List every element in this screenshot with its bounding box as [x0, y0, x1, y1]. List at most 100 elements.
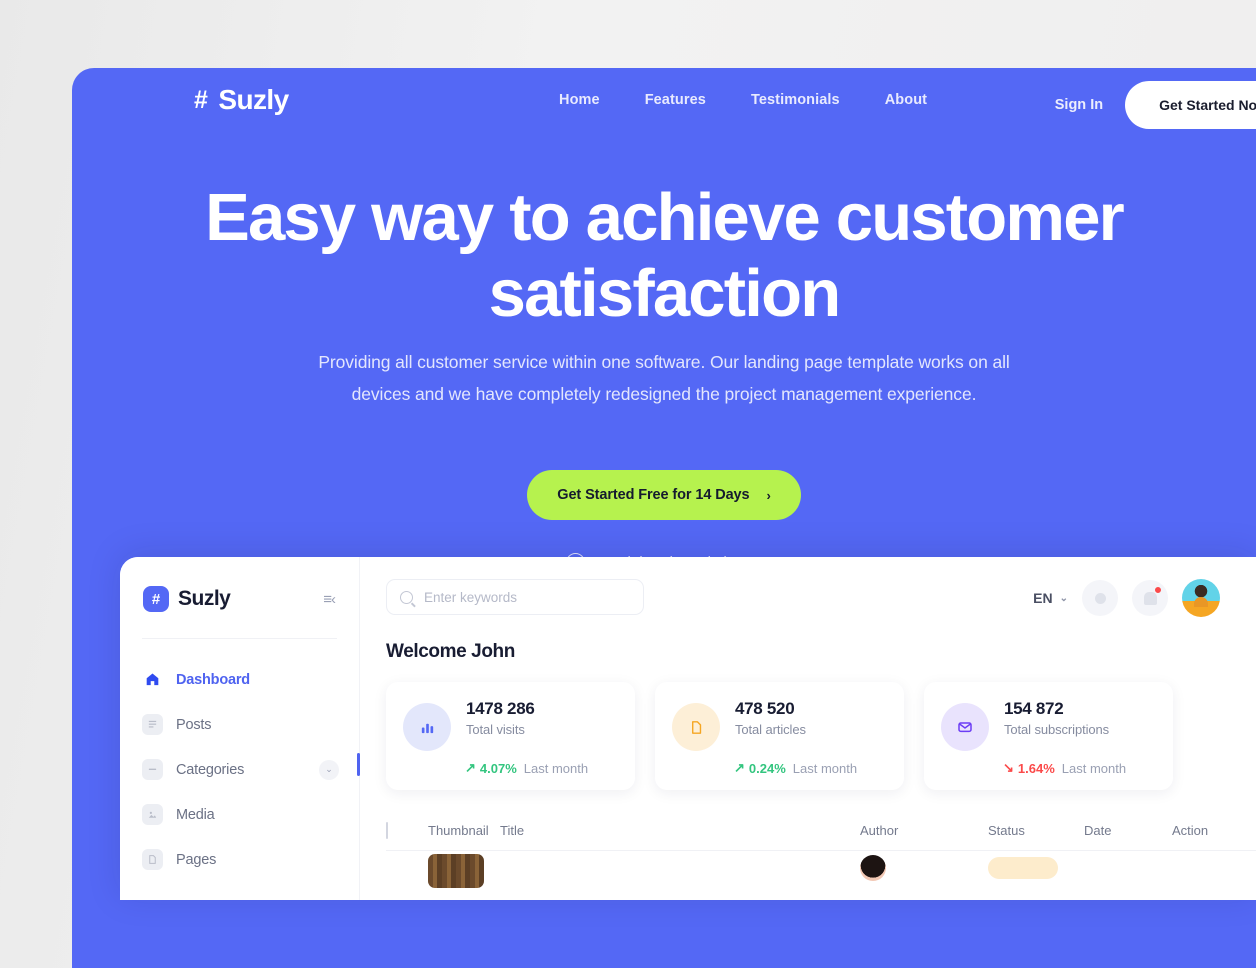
stat-label: Total subscriptions: [1004, 722, 1110, 737]
search-box[interactable]: [386, 579, 644, 615]
stat-card-total-visits: 1478 286 Total visits ↗ 4.07% Last month: [386, 682, 635, 790]
select-all-checkbox[interactable]: [386, 822, 388, 839]
brand-name: Suzly: [218, 84, 289, 115]
get-started-now-button[interactable]: Get Started Now: [1125, 81, 1256, 129]
dashboard-brand[interactable]: # Suzly: [143, 586, 231, 612]
sidebar-item-media[interactable]: Media: [120, 792, 359, 837]
brand-logo[interactable]: # Suzly: [194, 84, 289, 116]
table-header-row: Thumbnail Title Author Status Date Actio…: [386, 811, 1256, 851]
column-status: Status: [988, 823, 1025, 838]
envelope-icon: [941, 703, 989, 751]
trend-value: 0.24%: [748, 760, 786, 776]
user-avatar[interactable]: [1182, 579, 1220, 617]
dashboard-logo-row: # Suzly ≡‹: [120, 557, 359, 612]
stat-trend: ↗ 0.24%: [734, 760, 786, 776]
stat-value: 154 872: [1004, 699, 1064, 718]
media-icon: [142, 804, 163, 825]
language-selector[interactable]: EN ⌄: [1033, 590, 1068, 606]
search-icon: [400, 590, 413, 604]
hero-subtitle: Providing all customer service within on…: [318, 352, 1010, 405]
nav-link-features[interactable]: Features: [645, 92, 706, 108]
trend-down-icon: ↘: [1003, 760, 1014, 775]
trend-up-icon: ↗: [734, 760, 745, 775]
sun-icon: [1094, 592, 1106, 604]
author-avatar: [860, 855, 886, 881]
sidebar-label-categories: Categories: [176, 761, 245, 778]
stat-period: Last month: [1061, 760, 1127, 776]
theme-toggle-button[interactable]: [1082, 580, 1118, 616]
pages-icon: [142, 849, 163, 870]
column-date: Date: [1084, 823, 1112, 838]
bar-chart-icon: [403, 703, 451, 751]
select-all-cell: [386, 822, 428, 839]
sidebar-label-posts: Posts: [176, 716, 212, 733]
sidebar-menu: Dashboard Posts Categories ⌄ Media Pages: [120, 657, 359, 882]
sidebar-divider: [142, 638, 337, 639]
categories-icon: [142, 759, 163, 780]
stat-period: Last month: [792, 760, 858, 776]
stat-trend: ↗ 4.07%: [465, 760, 517, 776]
stat-card-total-articles: 478 520 Total articles ↗ 0.24% Last mont…: [655, 682, 904, 790]
chevron-right-icon: ›: [766, 487, 771, 503]
sidebar-label-pages: Pages: [176, 851, 217, 868]
stat-label: Total articles: [735, 722, 806, 737]
sign-in-link[interactable]: Sign In: [1055, 97, 1103, 113]
status-badge: [988, 857, 1058, 879]
notifications-button[interactable]: [1132, 580, 1168, 616]
hash-badge-icon: #: [143, 586, 169, 612]
stat-period: Last month: [523, 760, 589, 776]
hero-title: Easy way to achieve customer satisfactio…: [205, 180, 1125, 331]
column-action: Action: [1172, 823, 1209, 838]
column-thumbnail: Thumbnail: [428, 823, 489, 838]
bell-icon: [1143, 591, 1157, 605]
dashboard-preview-card: # Suzly ≡‹ Dashboard Posts Categories ⌄ …: [120, 557, 1256, 900]
dashboard-main: EN ⌄ Welcome John 1478 28: [360, 557, 1256, 900]
stat-footer: ↗ 0.24% Last month: [734, 760, 857, 776]
chevron-down-icon[interactable]: ⌄: [319, 759, 339, 780]
get-started-free-button[interactable]: Get Started Free for 14 Days ›: [527, 470, 801, 520]
notification-badge: [1154, 586, 1162, 594]
row-thumbnail: [428, 853, 484, 888]
nav-link-home[interactable]: Home: [559, 92, 600, 108]
trend-value: 4.07%: [479, 760, 517, 776]
column-author: Author: [860, 823, 899, 838]
trend-value: 1.64%: [1017, 760, 1055, 776]
search-input[interactable]: [424, 589, 630, 605]
home-icon: [142, 669, 163, 690]
stat-footer: ↗ 4.07% Last month: [465, 760, 588, 776]
hash-icon: #: [194, 85, 208, 114]
dashboard-sidebar: # Suzly ≡‹ Dashboard Posts Categories ⌄ …: [120, 557, 360, 900]
stat-footer: ↘ 1.64% Last month: [1003, 760, 1126, 776]
nav-links: Home Features Testimonials About: [559, 92, 927, 108]
sidebar-item-dashboard[interactable]: Dashboard: [120, 657, 359, 702]
collapse-sidebar-icon[interactable]: ≡‹: [323, 591, 336, 608]
table-row[interactable]: [386, 851, 1256, 888]
welcome-heading: Welcome John: [386, 641, 515, 662]
nav-link-about[interactable]: About: [885, 92, 927, 108]
trend-up-icon: ↗: [465, 760, 476, 775]
nav-link-testimonials[interactable]: Testimonials: [751, 92, 840, 108]
posts-table: Thumbnail Title Author Status Date Actio…: [360, 811, 1256, 888]
chevron-down-icon: ⌄: [1059, 592, 1068, 604]
top-navigation-bar: # Suzly Home Features Testimonials About…: [72, 68, 1256, 140]
sidebar-item-posts[interactable]: Posts: [120, 702, 359, 747]
stat-label: Total visits: [466, 722, 525, 737]
sidebar-item-pages[interactable]: Pages: [120, 837, 359, 882]
topbar-actions: EN ⌄: [1033, 579, 1220, 617]
row-author: [860, 855, 988, 886]
stat-value: 1478 286: [466, 699, 535, 718]
dashboard-brand-name: Suzly: [178, 587, 231, 610]
sidebar-label-dashboard: Dashboard: [176, 671, 250, 688]
sidebar-item-categories[interactable]: Categories ⌄: [120, 747, 359, 792]
cta-label: Get Started Free for 14 Days: [557, 487, 750, 503]
dashboard-topbar: EN ⌄: [360, 557, 1256, 637]
row-status: [988, 857, 1084, 884]
column-title: Title: [500, 823, 525, 838]
nav-actions: Sign In Get Started Now: [1055, 81, 1256, 129]
posts-icon: [142, 714, 163, 735]
stat-trend: ↘ 1.64%: [1003, 760, 1055, 776]
stat-value: 478 520: [735, 699, 795, 718]
language-value: EN: [1033, 590, 1053, 606]
document-icon: [672, 703, 720, 751]
stat-cards: 1478 286 Total visits ↗ 4.07% Last month…: [360, 663, 1256, 790]
